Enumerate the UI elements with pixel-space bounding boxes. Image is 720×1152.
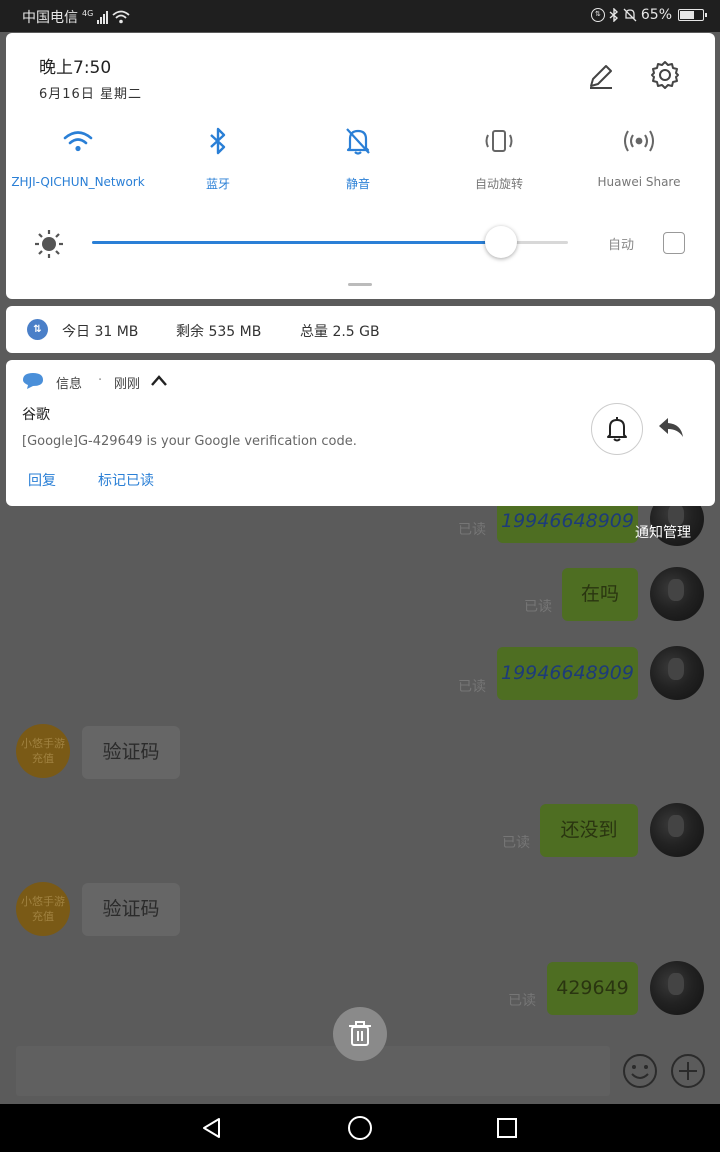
add-icon[interactable] <box>670 1053 706 1089</box>
tile-huawei-share[interactable]: Huawei Share <box>569 121 709 189</box>
emoji-icon[interactable] <box>622 1053 658 1089</box>
data-total: 总量 2.5 GB <box>300 324 380 340</box>
data-usage-icon: ⇅ <box>27 319 48 340</box>
notification-app-name: 信息 <box>56 377 83 392</box>
read-label: 已读 <box>458 522 486 538</box>
home-icon[interactable] <box>347 1115 373 1141</box>
bell-off-icon <box>346 128 370 155</box>
clear-notifications-button[interactable] <box>333 1007 387 1061</box>
navigation-bar <box>0 1104 720 1152</box>
chat-message[interactable]: 验证码 <box>82 883 180 936</box>
message-input[interactable] <box>16 1046 610 1096</box>
bluetooth-icon <box>210 127 226 155</box>
tile-wifi[interactable]: ZHJI-QICHUN_Network <box>8 121 148 189</box>
notification-management-link[interactable]: 通知管理 <box>635 522 691 542</box>
signal-icon <box>97 10 109 24</box>
tile-label: 自动旋转 <box>474 177 523 191</box>
data-usage-card[interactable]: ⇅ 今日 31 MB 剩余 535 MB 总量 2.5 GB <box>6 306 715 353</box>
network-type-label: 4G <box>82 8 94 18</box>
back-icon[interactable] <box>200 1116 224 1140</box>
reply-icon[interactable] <box>656 415 686 441</box>
tile-label: 蓝牙 <box>205 177 230 191</box>
notification-body: [Google]G-429649 is your Google verifica… <box>22 434 357 449</box>
carrier-label: 中国电信 <box>22 10 78 26</box>
mark-read-button[interactable]: 标记已读 <box>98 470 154 490</box>
chat-message[interactable]: 19946648909 <box>497 500 638 543</box>
wifi-icon <box>63 131 93 152</box>
data-saver-icon: ⇅ <box>590 8 605 22</box>
clock: 晚上7:50 <box>39 58 112 78</box>
notification-separator: · <box>98 373 103 388</box>
bluetooth-status-icon <box>609 8 618 22</box>
auto-brightness-label: 自动 <box>608 238 635 253</box>
reply-button[interactable]: 回复 <box>28 470 56 490</box>
gear-icon[interactable] <box>649 59 681 91</box>
notification-time: 刚刚 <box>114 377 141 392</box>
battery-icon <box>678 9 707 21</box>
brightness-slider[interactable] <box>92 226 568 258</box>
date-label: 6月16日 星期二 <box>39 87 142 102</box>
auto-brightness-checkbox[interactable] <box>663 232 685 254</box>
message-icon <box>23 373 43 389</box>
expand-handle[interactable] <box>348 283 372 286</box>
tile-silent[interactable]: 静音 <box>288 121 428 192</box>
huawei-share-icon <box>624 130 654 152</box>
chat-message[interactable]: 还没到 <box>540 804 638 857</box>
mute-status-icon <box>623 8 637 22</box>
quick-settings-panel: 晚上7:50 6月16日 星期二 ZHJI-QICHUN_Network 蓝牙 … <box>6 33 715 299</box>
brightness-slider-thumb[interactable] <box>485 226 518 258</box>
avatar[interactable] <box>650 646 704 700</box>
tile-label: 静音 <box>345 177 370 191</box>
chevron-up-icon[interactable] <box>149 372 169 390</box>
avatar[interactable] <box>650 961 704 1015</box>
edit-icon[interactable] <box>586 61 616 91</box>
notification-alert-button[interactable] <box>591 403 643 455</box>
tile-auto-rotate[interactable]: 自动旋转 <box>429 121 569 192</box>
tile-label: ZHJI-QICHUN_Network <box>11 175 145 189</box>
tile-bluetooth[interactable]: 蓝牙 <box>148 121 288 192</box>
read-label: 已读 <box>458 679 486 695</box>
tile-label: Huawei Share <box>597 175 681 189</box>
data-remaining: 剩余 535 MB <box>176 324 262 340</box>
read-label: 已读 <box>508 993 536 1009</box>
read-label: 已读 <box>524 599 552 615</box>
avatar[interactable] <box>650 567 704 621</box>
read-label: 已读 <box>502 835 530 851</box>
wifi-status-icon <box>112 10 130 24</box>
notification-title: 谷歌 <box>22 407 50 423</box>
trash-icon <box>349 1021 371 1046</box>
message-notification[interactable]: 信息 · 刚刚 谷歌 [Google]G-429649 is your Goog… <box>6 360 715 506</box>
recents-icon[interactable] <box>496 1117 518 1139</box>
chat-message[interactable]: 验证码 <box>82 726 180 779</box>
chat-message[interactable]: 19946648909 <box>497 647 638 700</box>
brightness-icon <box>35 230 63 258</box>
chat-message[interactable]: 在吗 <box>562 568 638 621</box>
chat-message[interactable]: 429649 <box>547 962 638 1015</box>
bell-icon <box>607 417 627 442</box>
auto-rotate-icon <box>485 130 513 152</box>
avatar[interactable]: 小悠手游充值 <box>16 882 70 936</box>
data-today: 今日 31 MB <box>62 324 139 340</box>
status-bar: 中国电信 4G ⇅ 65% <box>0 0 720 32</box>
battery-percent: 65% <box>640 7 672 23</box>
avatar[interactable]: 小悠手游充值 <box>16 724 70 778</box>
avatar[interactable] <box>650 803 704 857</box>
